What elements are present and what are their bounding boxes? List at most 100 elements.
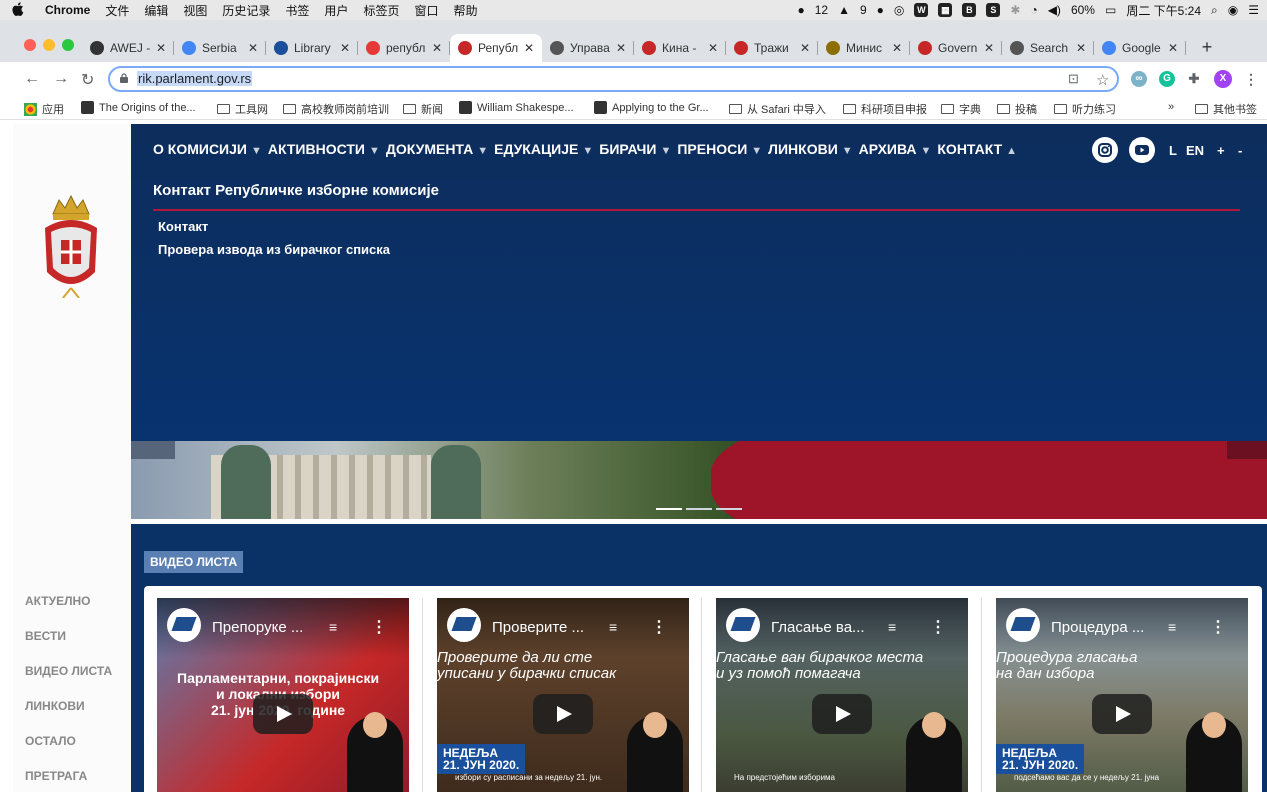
menu-edit[interactable]: 编辑 (144, 2, 168, 19)
bookmark-item[interactable]: 投稿 (997, 101, 1037, 117)
browser-tab[interactable]: Google ✕ (1094, 34, 1186, 62)
close-tab-icon[interactable]: ✕ (154, 41, 168, 55)
lang-english-toggle[interactable]: EN (1186, 143, 1204, 158)
bookmark-item[interactable]: 科研项目申报 (843, 101, 927, 117)
browser-tab[interactable]: Кина - ✕ (634, 34, 726, 62)
dropdown-link-voter-list-check[interactable]: Провера извода из бирачког списка (158, 242, 390, 257)
close-tab-icon[interactable]: ✕ (430, 41, 444, 55)
play-button-icon[interactable] (812, 694, 872, 734)
bookmark-item[interactable]: 从 Safari 中导入 (729, 101, 826, 117)
more-options-icon[interactable]: ⋮ (1210, 617, 1226, 637)
top-nav-item[interactable]: АКТИВНОСТИ ▼ (268, 141, 380, 157)
browser-tab[interactable]: AWEJ - ✕ (82, 34, 174, 62)
bell-icon[interactable]: ● (877, 3, 884, 17)
new-tab-button[interactable]: + (1194, 34, 1220, 62)
dropdown-link-kontakt[interactable]: Контакт (158, 219, 208, 234)
play-button-icon[interactable] (533, 694, 593, 734)
browser-tab[interactable]: Govern ✕ (910, 34, 1002, 62)
browser-tab[interactable]: Library ✕ (266, 34, 358, 62)
bookmark-item[interactable]: 应用 (24, 101, 64, 117)
url-text[interactable]: rik.parlament.gov.rs (137, 71, 253, 86)
menu-tabs[interactable]: 标签页 (363, 2, 399, 19)
control-center-icon[interactable]: ☰ (1248, 3, 1259, 17)
video-card[interactable]: Препоруке ... ≡ ⋮ Парламентарни, покрајинск… (157, 598, 409, 792)
bookmark-item[interactable]: 工具网 (217, 101, 268, 117)
video-card[interactable]: Гласање ва... ≡ ⋮ Гласање ван бирачког мест… (716, 598, 968, 792)
hero-next-area[interactable] (1227, 441, 1267, 459)
bookmark-item[interactable]: 其他书签 (1195, 101, 1257, 117)
rik-channel-logo[interactable] (447, 608, 481, 642)
apple-menu-icon[interactable] (12, 1, 30, 19)
siri-icon[interactable]: ◉ (1228, 3, 1238, 17)
close-tab-icon[interactable]: ✕ (798, 41, 812, 55)
bookmark-item[interactable]: William Shakespe... (459, 101, 574, 114)
font-increase-button[interactable]: + (1217, 143, 1225, 158)
app-s-icon[interactable]: S (986, 3, 1001, 17)
close-tab-icon[interactable]: ✕ (982, 41, 996, 55)
lang-latin-toggle[interactable]: L (1169, 143, 1177, 158)
video-card[interactable]: Проверите ... ≡ ⋮ Проверите да ли сте уписа… (437, 598, 689, 792)
bookmark-item[interactable]: Applying to the Gr... (594, 101, 709, 114)
zoom-window-button[interactable] (62, 39, 74, 51)
sidebar-item-pretraga[interactable]: ПРЕТРАГА (25, 767, 112, 792)
bookmark-item[interactable]: » (1168, 101, 1174, 113)
wechat-icon[interactable]: ● (797, 3, 804, 17)
browser-tab[interactable]: Search ✕ (1002, 34, 1094, 62)
top-nav-item[interactable]: ЛИНКОВИ ▼ (768, 141, 853, 157)
search-app-icon[interactable]: ◎ (894, 3, 904, 17)
clock[interactable]: 周二 下午5:24 (1126, 2, 1201, 19)
close-tab-icon[interactable]: ✕ (890, 41, 904, 55)
app-w-icon[interactable]: W (914, 3, 929, 17)
sidebar-item-aktuelno[interactable]: АКТУЕЛНО (25, 592, 112, 627)
bookmark-item[interactable]: 字典 (941, 101, 981, 117)
spotlight-search-icon[interactable]: ⌕ (1211, 3, 1218, 18)
rik-channel-logo[interactable] (726, 608, 760, 642)
menu-file[interactable]: 文件 (105, 2, 129, 19)
bookmark-item[interactable]: 高校教师岗前培训 (283, 101, 389, 117)
menu-bookmarks[interactable]: 书签 (285, 2, 309, 19)
playlist-queue-icon[interactable]: ≡ (609, 619, 617, 635)
top-nav-item[interactable]: ПРЕНОСИ ▼ (677, 141, 762, 157)
top-nav-item[interactable]: О КОМИСИЈИ ▼ (153, 141, 262, 157)
chrome-menu-icon[interactable]: ⋮ (1243, 71, 1259, 87)
extension-cloud-icon[interactable]: ∞ (1131, 71, 1147, 87)
browser-tab[interactable]: републ ✕ (358, 34, 450, 62)
instagram-icon[interactable] (1092, 137, 1118, 163)
volume-icon[interactable]: ◀) (1048, 3, 1061, 17)
battery-icon[interactable]: ▭ (1105, 3, 1116, 17)
more-options-icon[interactable]: ⋮ (651, 617, 667, 637)
play-button-icon[interactable] (1092, 694, 1152, 734)
video-title[interactable]: Процедура ... (1051, 619, 1144, 636)
video-title[interactable]: Препоруке ... (212, 619, 303, 636)
sidebar-item-video-lista[interactable]: ВИДЕО ЛИСТА (25, 662, 112, 697)
play-button-icon[interactable] (253, 694, 313, 734)
grammarly-icon[interactable]: G (1159, 71, 1175, 87)
menu-help[interactable]: 帮助 (453, 2, 477, 19)
bookmark-item[interactable]: The Origins of the... (81, 101, 196, 114)
slider-dot[interactable] (656, 508, 682, 510)
browser-tab[interactable]: Републ ✕ (450, 34, 542, 62)
menu-history[interactable]: 历史记录 (222, 2, 270, 19)
translate-icon[interactable]: ⊡ (1068, 71, 1079, 87)
more-options-icon[interactable]: ⋮ (930, 617, 946, 637)
bookmark-item[interactable]: 新闻 (403, 101, 443, 117)
menu-people[interactable]: 用户 (324, 2, 348, 19)
back-arrow-icon[interactable]: ← (24, 70, 40, 88)
browser-tab[interactable]: Управа ✕ (542, 34, 634, 62)
menu-window[interactable]: 窗口 (414, 2, 438, 19)
browser-tab[interactable]: Тражи ✕ (726, 34, 818, 62)
sidebar-item-vesti[interactable]: ВЕСТИ (25, 627, 112, 662)
top-nav-item[interactable]: АРХИВА ▼ (859, 141, 932, 157)
address-bar[interactable]: rik.parlament.gov.rs ⊡ ☆ (108, 66, 1119, 92)
rik-channel-logo[interactable] (167, 608, 201, 642)
qq-icon[interactable]: ▲ (838, 3, 850, 17)
menu-chrome[interactable]: Chrome (45, 3, 90, 17)
playlist-queue-icon[interactable]: ≡ (329, 619, 337, 635)
app-b-icon[interactable]: B (962, 3, 977, 17)
video-title[interactable]: Проверите ... (492, 619, 584, 636)
video-card[interactable]: Процедура ... ≡ ⋮ Процедура гласања на дан … (996, 598, 1248, 792)
more-options-icon[interactable]: ⋮ (371, 617, 387, 637)
sidebar-item-linkovi[interactable]: ЛИНКОВИ (25, 697, 112, 732)
bookmark-star-icon[interactable]: ☆ (1096, 71, 1109, 89)
playlist-queue-icon[interactable]: ≡ (1168, 619, 1176, 635)
